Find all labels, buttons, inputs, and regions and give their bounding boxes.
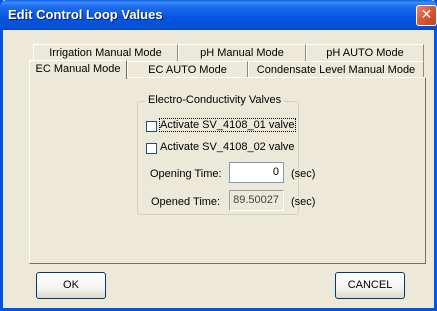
tab-ph-auto-mode[interactable]: pH AUTO Mode xyxy=(306,44,424,61)
tab-label: pH AUTO Mode xyxy=(326,47,404,59)
tab-ec-auto-mode[interactable]: EC AUTO Mode xyxy=(127,61,248,78)
tab-label: EC Manual Mode xyxy=(35,63,121,75)
tab-label: EC AUTO Mode xyxy=(148,64,227,76)
opened-time-unit: (sec) xyxy=(291,196,316,208)
opening-time-label: Opening Time: xyxy=(150,168,222,180)
groupbox-label: Electro-Conductivity Valves xyxy=(145,94,285,106)
close-button[interactable]: ✕ xyxy=(416,5,437,26)
tab-label: Irrigation Manual Mode xyxy=(49,47,162,59)
tab-condensate-level-manual-mode[interactable]: Condensate Level Manual Mode xyxy=(248,61,424,78)
ok-button[interactable]: OK xyxy=(36,272,106,299)
sv-4108-01-label[interactable]: Activate SV_4108_01 valve xyxy=(159,118,296,132)
opened-time-label: Opened Time: xyxy=(151,196,221,208)
title-bar[interactable]: Edit Control Loop Values ✕ xyxy=(0,0,437,30)
sv-4108-02-checkbox[interactable] xyxy=(146,143,157,154)
tab-ph-manual-mode[interactable]: pH Manual Mode xyxy=(178,44,306,61)
tab-irrigation-manual-mode[interactable]: Irrigation Manual Mode xyxy=(33,44,178,61)
sv-4108-01-checkbox[interactable] xyxy=(146,121,157,132)
sv-4108-02-label[interactable]: Activate SV_4108_02 valve xyxy=(160,141,295,153)
tab-ec-manual-mode[interactable]: EC Manual Mode xyxy=(29,60,127,79)
cancel-button[interactable]: CANCEL xyxy=(335,272,405,299)
tab-label: Condensate Level Manual Mode xyxy=(256,64,416,76)
close-icon: ✕ xyxy=(420,7,433,23)
opening-time-input[interactable]: 0 xyxy=(229,162,284,183)
opening-time-unit: (sec) xyxy=(291,168,316,180)
tab-label: pH Manual Mode xyxy=(200,47,284,59)
opened-time-value: 89.50027 xyxy=(229,190,284,211)
window-title: Edit Control Loop Values xyxy=(8,7,163,22)
